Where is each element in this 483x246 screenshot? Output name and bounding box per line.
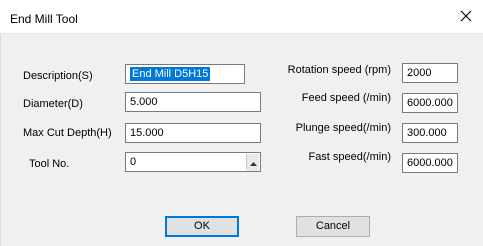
title-bar: End Mill Tool (0, 0, 483, 34)
rotation-speed-label: Rotation speed (rpm) (287, 64, 391, 76)
feed-speed-label: Feed speed (/min) (301, 92, 391, 104)
fast-speed-label: Fast speed(/min) (308, 151, 391, 163)
cancel-button[interactable]: Cancel (296, 216, 370, 237)
tool-no-value: 0 (130, 156, 137, 168)
description-value: End Mill D5H15 (130, 67, 211, 81)
fast-speed-input[interactable]: 6000.000 (402, 153, 458, 173)
close-icon (460, 10, 472, 25)
description-input[interactable]: End Mill D5H15 (125, 64, 245, 84)
feed-speed-input[interactable]: 6000.000 (402, 93, 458, 113)
close-button[interactable] (449, 0, 483, 34)
diameter-input[interactable]: 5.000 (125, 92, 261, 112)
dialog-body: Description(S) End Mill D5H15 Diameter(D… (0, 34, 483, 246)
description-label: Description(S) (23, 70, 93, 82)
tool-no-spinner (246, 154, 259, 171)
spin-up-icon (249, 154, 257, 171)
tool-no-label: Tool No. (29, 158, 70, 170)
spin-up-button[interactable] (247, 154, 259, 171)
window-title: End Mill Tool (10, 12, 78, 26)
plunge-speed-label: Plunge speed(/min) (295, 122, 391, 134)
max-cut-depth-input[interactable]: 15.000 (125, 123, 261, 143)
rotation-speed-input[interactable]: 2000 (402, 63, 458, 83)
max-cut-depth-label: Max Cut Depth(H) (23, 127, 112, 139)
plunge-speed-input[interactable]: 300.000 (402, 123, 458, 143)
diameter-label: Diameter(D) (23, 98, 83, 110)
ok-button[interactable]: OK (165, 216, 239, 237)
tool-no-stepper[interactable]: 0 (125, 152, 261, 172)
